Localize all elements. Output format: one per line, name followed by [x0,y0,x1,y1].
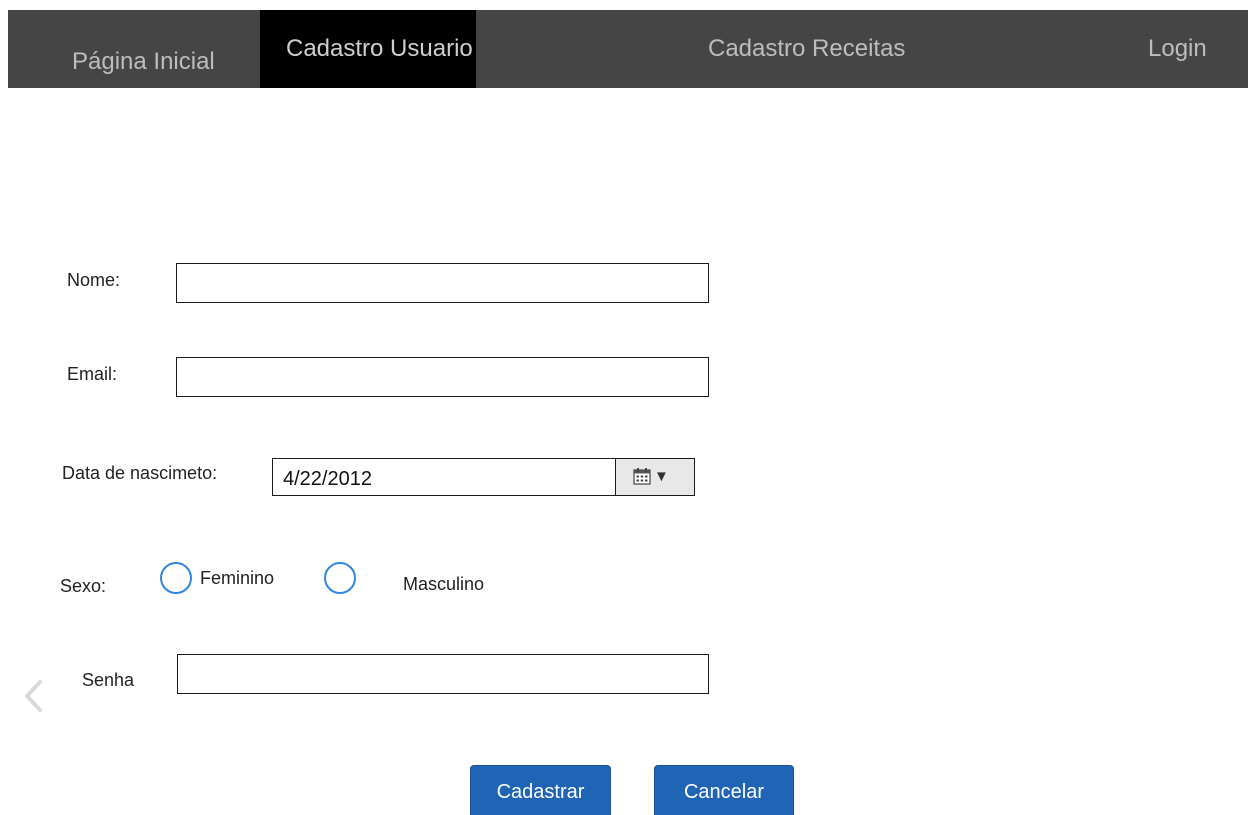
date-picker-button[interactable]: ▼ [615,459,694,495]
nav-item-cadastro-receitas[interactable]: Cadastro Receitas [668,10,988,88]
cadastrar-button[interactable]: Cadastrar [470,765,611,815]
nav-item-label: Login [1148,35,1207,62]
radio-feminino-label[interactable]: Feminino [200,568,274,589]
radio-masculino[interactable] [324,562,356,594]
chevron-left-icon[interactable] [18,676,48,716]
birth-date-label: Data de nascimeto: [62,463,218,483]
password-input[interactable] [177,654,709,694]
caret-down-icon: ▼ [654,468,669,485]
nav-item-label: Cadastro Usuario [286,35,473,62]
password-label: Senha [82,670,135,690]
cancelar-button[interactable]: Cancelar [654,765,794,815]
birth-date-value[interactable]: 4/22/2012 [283,468,372,491]
nav-item-cadastro-usuario[interactable]: Cadastro Usuario [260,10,476,88]
nav-item-login[interactable]: Login [1098,10,1248,88]
calendar-icon [633,468,651,485]
top-navbar: Página Inicial Cadastro Usuario Cadastro… [8,10,1248,88]
radio-masculino-label[interactable]: Masculino [403,574,484,595]
nav-item-label: Página Inicial [72,48,215,75]
birth-date-picker[interactable]: 4/22/2012 ▼ [272,458,695,496]
nav-item-pagina-inicial[interactable]: Página Inicial [8,10,260,88]
name-input[interactable] [176,263,709,303]
nav-item-label: Cadastro Receitas [708,35,906,62]
sex-label: Sexo: [60,576,107,596]
email-label: Email: [67,364,118,384]
page: Página Inicial Cadastro Usuario Cadastro… [0,0,1256,815]
name-label: Nome: [67,270,121,290]
email-input[interactable] [176,357,709,397]
radio-feminino[interactable] [160,562,192,594]
